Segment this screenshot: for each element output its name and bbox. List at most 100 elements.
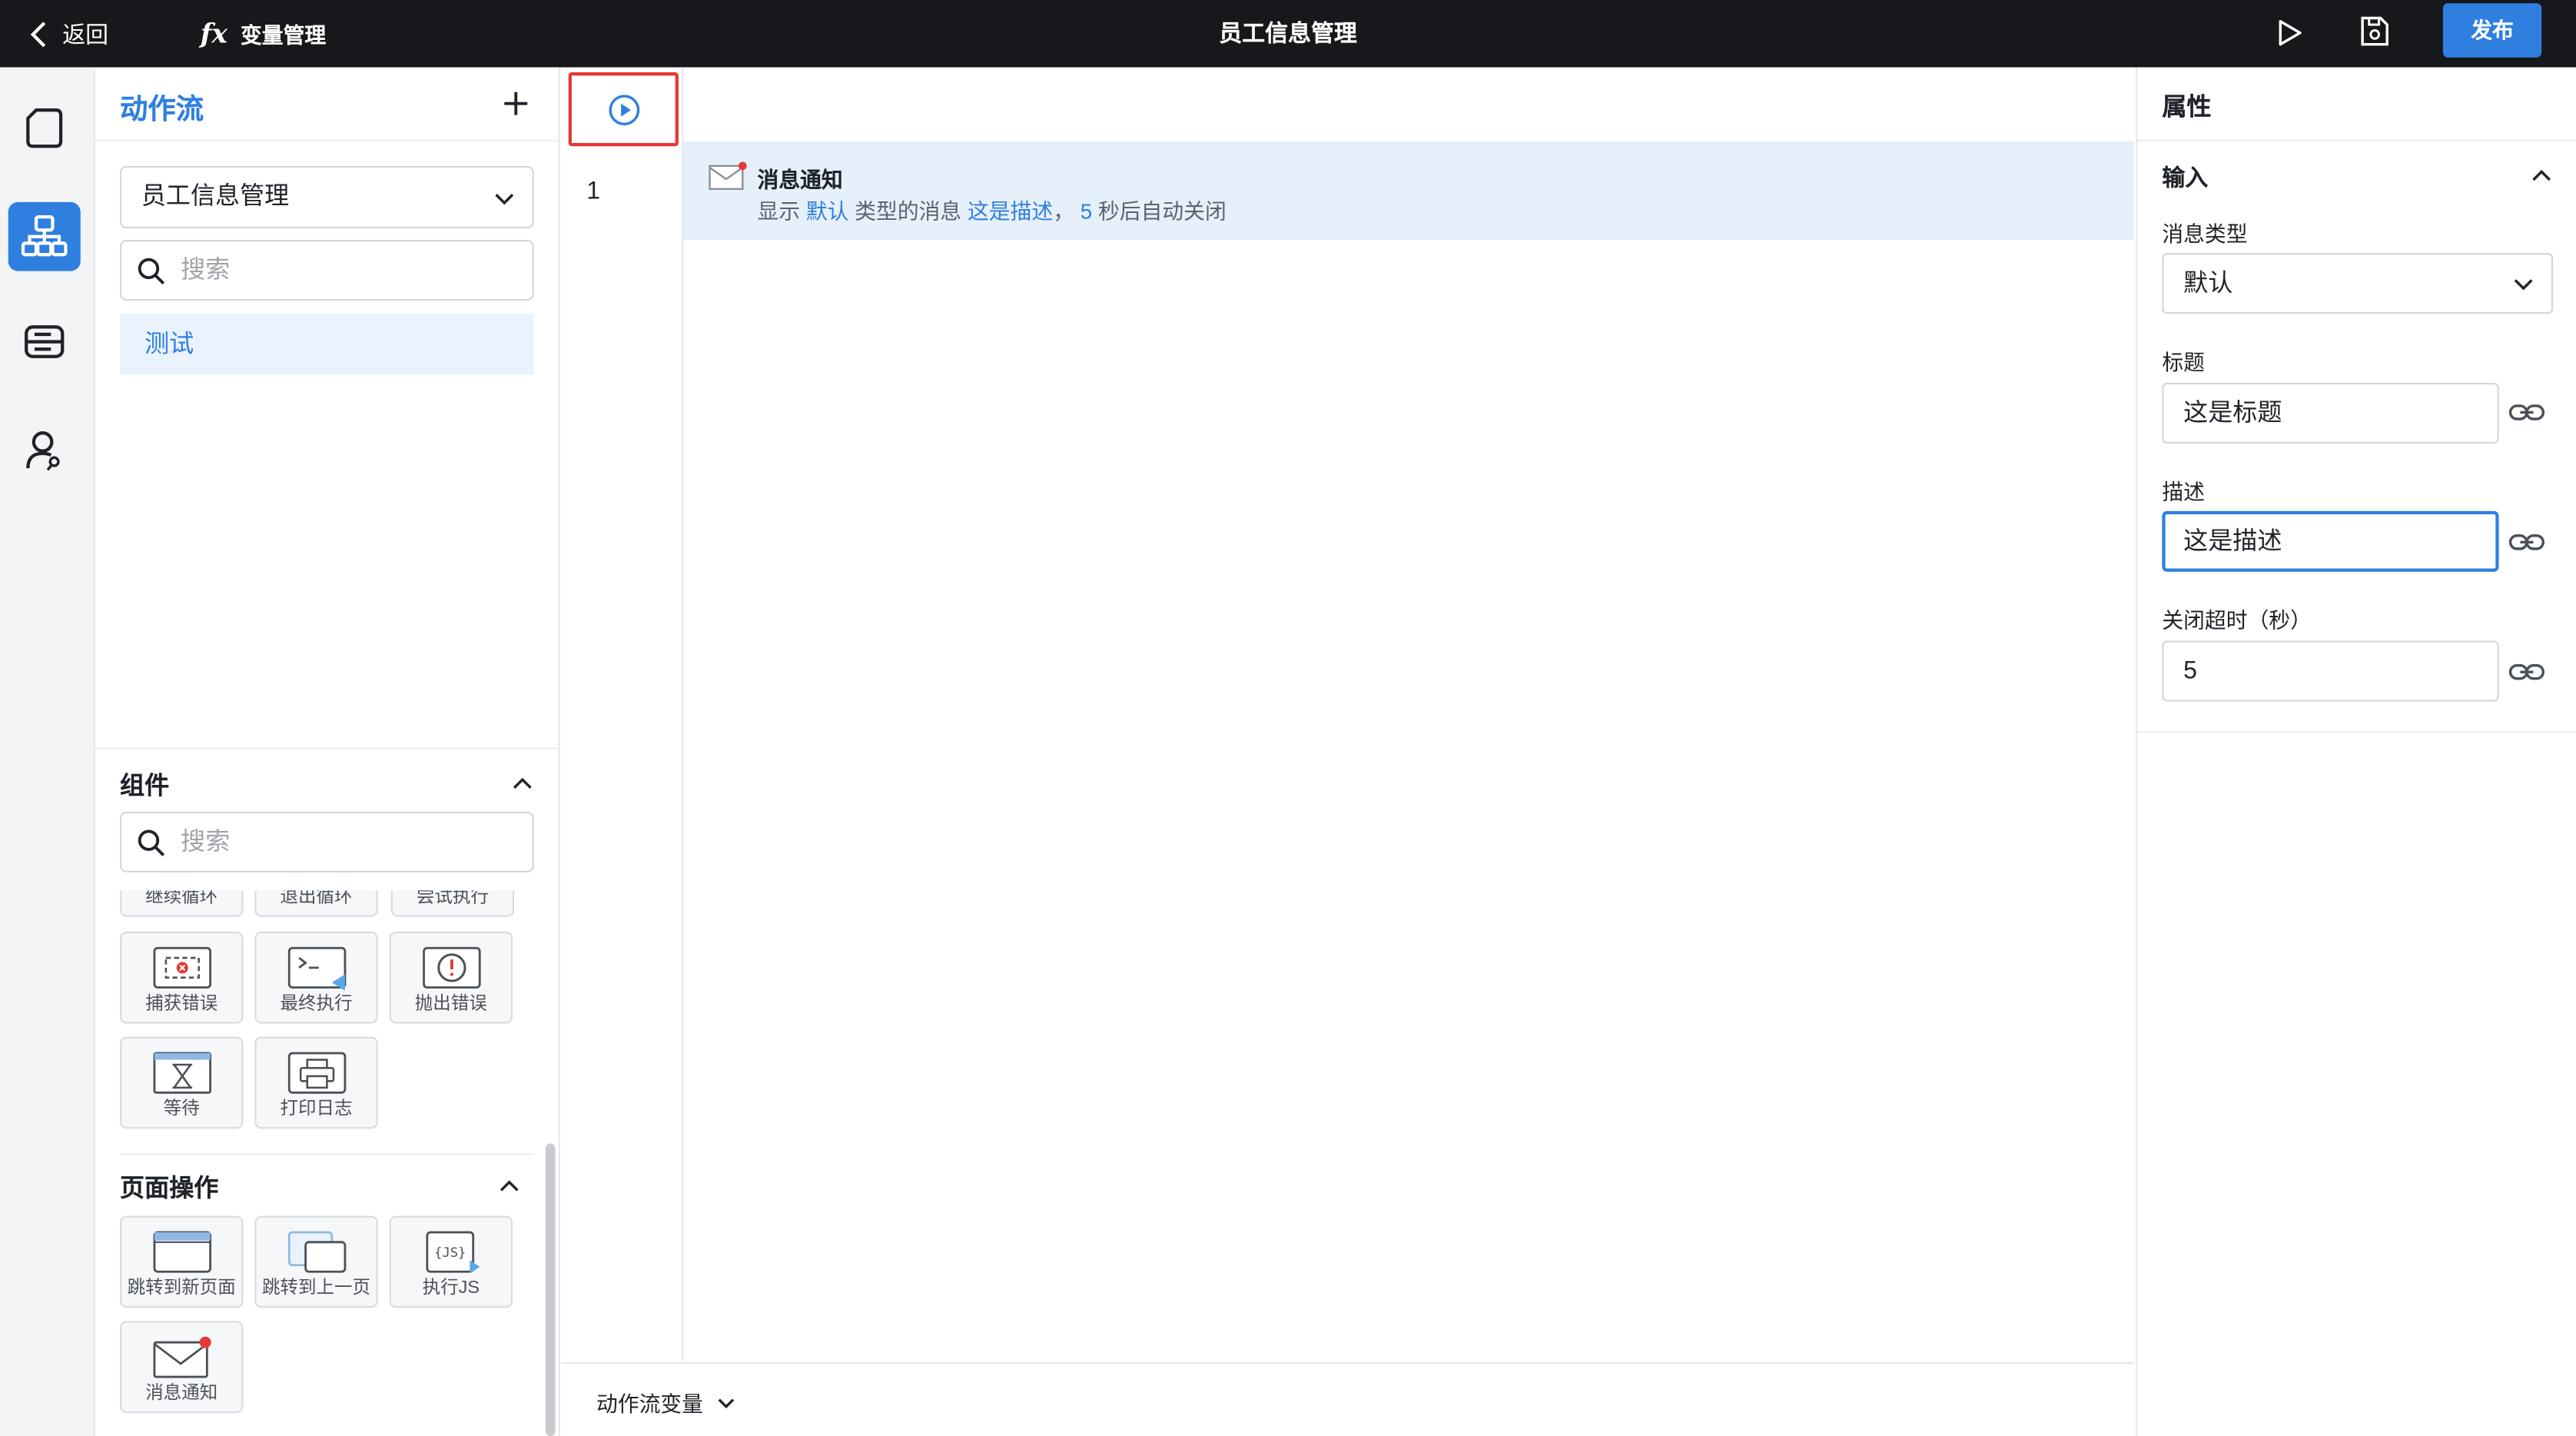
chevron-down-icon — [718, 1398, 735, 1408]
message-notify-tile[interactable]: 消息通知 — [120, 1321, 244, 1414]
chevron-up-icon[interactable] — [498, 1175, 521, 1198]
tile-label: 捕获错误 — [145, 994, 218, 1014]
step-name: 消息通知 — [757, 168, 843, 193]
page-title: 员工信息管理 — [1219, 19, 1357, 46]
actionflow-panel-header: 动作流 — [95, 68, 560, 141]
chevron-left-icon — [30, 21, 46, 47]
catch-error-tile[interactable]: 捕获错误 — [120, 931, 244, 1024]
flow-search-input[interactable] — [181, 241, 510, 299]
step-desc-middle: 类型的消息 — [855, 198, 962, 224]
chevron-up-icon[interactable] — [2530, 165, 2553, 188]
step-timeout-value[interactable]: 5 — [1081, 199, 1092, 224]
tile-label: 抛出错误 — [414, 994, 487, 1014]
page-operations-title: 页面操作 — [120, 1175, 219, 1203]
app-window: 返回 fx 变量管理 员工信息管理 发布 动作流 员工信息管理 搜索 测试 组件… — [0, 0, 2576, 1436]
wait-icon — [153, 1052, 212, 1094]
previous-page-tile[interactable]: 跳转到上一页 — [254, 1215, 378, 1308]
message-icon — [709, 161, 747, 190]
play-circle-icon — [609, 95, 640, 126]
left-rail — [0, 67, 95, 1436]
link-icon[interactable] — [2508, 530, 2545, 553]
add-flow-icon[interactable] — [496, 84, 536, 123]
save-icon[interactable] — [2356, 13, 2392, 49]
description-label: 描述 — [2162, 480, 2205, 505]
rail-item-pages[interactable] — [8, 94, 81, 163]
line-number-column: 1 — [562, 67, 684, 1362]
component-search-input[interactable] — [181, 813, 510, 871]
rail-item-actionflow[interactable] — [8, 201, 81, 271]
page-icon — [26, 108, 63, 148]
actionflow-panel: 动作流 员工信息管理 测试 组件 继续循环 退出循环 尝试执行 — [95, 67, 560, 1436]
flow-variables-toggle[interactable]: 动作流变量 — [596, 1387, 736, 1418]
search-icon — [138, 258, 165, 285]
panel-scrollbar[interactable] — [545, 1143, 556, 1436]
chevron-down-icon — [495, 194, 514, 205]
input-section: 输入 消息类型 默认 标题 这是标题 描述 这是描述 关闭超时（秒） 5 — [2137, 141, 2576, 733]
step-description: 显示 默认 类型的消息 这是描述， 5 秒后自动关闭 — [758, 194, 1227, 225]
step-desc-prefix: 显示 — [757, 198, 801, 224]
rail-item-data[interactable] — [8, 307, 81, 377]
line-number: 1 — [586, 177, 601, 206]
svg-text:{JS}: {JS} — [434, 1245, 466, 1261]
title-field[interactable]: 这是标题 — [2162, 382, 2499, 444]
new-page-tile[interactable]: 跳转到新页面 — [120, 1215, 244, 1308]
flow-list-item[interactable]: 测试 — [120, 314, 534, 375]
tile-label: 跳转到上一页 — [261, 1278, 371, 1298]
page-select[interactable]: 员工信息管理 — [120, 165, 534, 229]
link-icon[interactable] — [2508, 660, 2545, 683]
message-type-value: 默认 — [2183, 269, 2233, 298]
timeout-field[interactable]: 5 — [2162, 640, 2499, 702]
chevron-up-icon[interactable] — [511, 773, 534, 796]
try-execute-tile[interactable]: 尝试执行 — [390, 890, 515, 917]
variable-manager-button[interactable]: fx 变量管理 — [201, 0, 326, 68]
actionflow-title: 动作流 — [120, 93, 204, 125]
tile-label: 打印日志 — [280, 1099, 353, 1119]
properties-panel: 属性 输入 消息类型 默认 标题 这是标题 描述 这是描述 关闭超时（秒） 5 — [2136, 67, 2576, 1436]
rail-item-permissions[interactable] — [8, 416, 81, 485]
step-desc-suffix: 秒后自动关闭 — [1097, 198, 1227, 224]
exit-loop-tile[interactable]: 退出循环 — [254, 890, 378, 917]
tile-label: 最终执行 — [280, 994, 353, 1014]
search-icon — [138, 829, 165, 856]
message-icon — [153, 1336, 211, 1378]
publish-button[interactable]: 发布 — [2442, 3, 2542, 58]
flow-canvas: 1 消息通知 显示 默认 类型的消息 这是描述， 5 秒后自动关闭 动作流变量 — [562, 67, 2135, 1436]
tile-label: 尝试执行 — [416, 890, 489, 907]
print-log-tile[interactable]: 打印日志 — [254, 1036, 378, 1129]
title-label: 标题 — [2162, 350, 2205, 375]
tile-label: 继续循环 — [145, 890, 218, 907]
run-js-tile[interactable]: {JS} 执行JS — [389, 1215, 513, 1308]
components-title: 组件 — [120, 772, 170, 800]
print-log-icon — [287, 1052, 347, 1094]
finally-tile[interactable]: 最终执行 — [254, 931, 378, 1024]
description-field[interactable]: 这是描述 — [2162, 510, 2499, 572]
flow-search — [120, 240, 534, 301]
variable-manager-label: 变量管理 — [241, 22, 327, 48]
catch-error-icon — [153, 946, 212, 989]
message-type-select[interactable]: 默认 — [2162, 253, 2554, 314]
step-type-value[interactable]: 默认 — [806, 199, 849, 224]
partial-tiles-row: 继续循环 退出循环 尝试执行 — [120, 890, 515, 919]
throw-error-tile[interactable]: 抛出错误 — [389, 931, 513, 1024]
tile-label: 退出循环 — [280, 890, 353, 907]
tile-label: 跳转到新页面 — [127, 1278, 236, 1298]
previous-page-icon — [287, 1231, 347, 1273]
tile-label: 执行JS — [422, 1278, 480, 1298]
link-icon[interactable] — [2508, 401, 2545, 424]
continue-loop-tile[interactable]: 继续循环 — [120, 890, 244, 917]
back-label: 返回 — [62, 20, 109, 47]
component-search — [120, 811, 534, 873]
timeout-label: 关闭超时（秒） — [2162, 607, 2312, 633]
play-icon[interactable] — [2270, 15, 2306, 51]
back-button[interactable]: 返回 — [29, 0, 108, 68]
step-desc-value[interactable]: 这是描述 — [968, 199, 1053, 224]
start-node-button[interactable] — [568, 72, 679, 147]
section-divider — [120, 1153, 534, 1155]
message-type-label: 消息类型 — [2162, 221, 2248, 247]
flow-step-row[interactable]: 消息通知 显示 默认 类型的消息 这是描述， 5 秒后自动关闭 — [683, 141, 2135, 241]
fx-icon: fx — [200, 18, 227, 50]
throw-error-icon — [423, 946, 481, 989]
input-section-title: 输入 — [2162, 164, 2209, 191]
flow-variables-label: 动作流变量 — [596, 1391, 704, 1417]
wait-tile[interactable]: 等待 — [120, 1036, 244, 1129]
